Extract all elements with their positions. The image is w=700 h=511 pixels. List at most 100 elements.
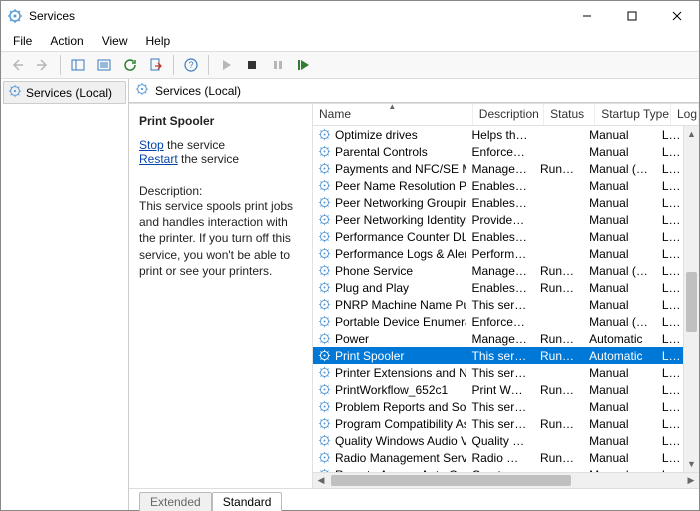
col-logon[interactable]: Log	[671, 104, 699, 125]
service-logon: Loc	[656, 332, 683, 346]
scroll-thumb[interactable]	[331, 475, 571, 486]
service-row[interactable]: Optimize drivesHelps the c...ManualLoc	[313, 126, 683, 143]
service-row[interactable]: PrintWorkflow_652c1Print WorkflRunningMa…	[313, 381, 683, 398]
menu-view[interactable]: View	[94, 32, 136, 50]
menu-file[interactable]: File	[5, 32, 40, 50]
service-startup: Manual	[583, 434, 656, 448]
service-desc: Performanc...	[466, 247, 535, 261]
scroll-right-icon[interactable]: ▶	[683, 473, 699, 488]
properties-button[interactable]	[92, 54, 116, 76]
close-button[interactable]	[654, 2, 699, 30]
app-icon	[7, 8, 23, 24]
forward-button[interactable]	[31, 54, 55, 76]
scroll-track[interactable]	[684, 142, 699, 456]
service-row[interactable]: Portable Device Enumerator...Enforces gr…	[313, 313, 683, 330]
service-desc: Enables serv...	[466, 179, 535, 193]
service-status: Running	[534, 264, 583, 278]
service-startup: Manual	[583, 400, 656, 414]
service-desc: This service ...	[466, 349, 535, 363]
restart-service-line: Restart the service	[139, 152, 302, 166]
window-controls	[564, 2, 699, 30]
maximize-button[interactable]	[609, 2, 654, 30]
scroll-left-icon[interactable]: ◀	[313, 473, 329, 488]
tree-root-item[interactable]: Services (Local)	[3, 81, 126, 104]
service-row[interactable]: Parental ControlsEnforces pa...ManualLoc	[313, 143, 683, 160]
service-logon: Loc	[656, 400, 683, 414]
service-row[interactable]: Performance Counter DLL ...Enables rem..…	[313, 228, 683, 245]
pause-service-button[interactable]	[266, 54, 290, 76]
service-row[interactable]: Quality Windows Audio Vid...Quality Win.…	[313, 432, 683, 449]
service-row[interactable]: Problem Reports and Soluti...This servic…	[313, 398, 683, 415]
service-startup: Manual	[583, 451, 656, 465]
detail-row: Print Spooler Stop the service Restart t…	[129, 103, 699, 488]
service-row[interactable]: Peer Name Resolution Prot...Enables serv…	[313, 177, 683, 194]
refresh-button[interactable]	[118, 54, 142, 76]
service-desc: This service ...	[466, 417, 535, 431]
service-startup: Manual	[583, 281, 656, 295]
tab-extended[interactable]: Extended	[139, 492, 212, 511]
service-row[interactable]: Print SpoolerThis service ...RunningAuto…	[313, 347, 683, 364]
col-startup[interactable]: Startup Type	[595, 104, 671, 125]
scroll-thumb[interactable]	[686, 272, 697, 332]
back-button[interactable]	[5, 54, 29, 76]
service-row[interactable]: Performance Logs & AlertsPerformanc...Ma…	[313, 245, 683, 262]
service-logon: Loc	[656, 179, 683, 193]
service-list: ▲ Name Description Status Startup Type L…	[312, 104, 699, 488]
service-row[interactable]: Peer Networking Identity M...Provides id…	[313, 211, 683, 228]
restart-service-button[interactable]	[292, 54, 316, 76]
service-desc: This service ...	[466, 366, 535, 380]
stop-service-button[interactable]	[240, 54, 264, 76]
service-logon: Loc	[656, 128, 683, 142]
restart-service-link[interactable]: Restart	[139, 152, 178, 166]
service-row[interactable]: Phone ServiceManages th...RunningManual …	[313, 262, 683, 279]
service-startup: Manual	[583, 145, 656, 159]
service-startup: Manual (Trig...	[583, 315, 656, 329]
show-hide-tree-button[interactable]	[66, 54, 90, 76]
content-pane: Services (Local) Print Spooler Stop the …	[129, 79, 699, 510]
col-status[interactable]: Status	[544, 104, 595, 125]
service-row[interactable]: Peer Networking GroupingEnables mul...Ma…	[313, 194, 683, 211]
service-row[interactable]: Payments and NFC/SE Man...Manages pa...R…	[313, 160, 683, 177]
list-scroll[interactable]: Optimize drivesHelps the c...ManualLocPa…	[313, 126, 683, 472]
service-status: Running	[534, 383, 583, 397]
service-row[interactable]: PNRP Machine Name Publi...This service .…	[313, 296, 683, 313]
service-logon: Loc	[656, 281, 683, 295]
help-button[interactable]: ?	[179, 54, 203, 76]
minimize-button[interactable]	[564, 2, 609, 30]
service-desc: This service ...	[466, 298, 535, 312]
menu-bar: File Action View Help	[1, 31, 699, 51]
service-row[interactable]: Printer Extensions and Notif...This serv…	[313, 364, 683, 381]
gear-icon	[317, 128, 331, 142]
service-desc: Radio Mana...	[466, 451, 535, 465]
export-button[interactable]	[144, 54, 168, 76]
menu-help[interactable]: Help	[138, 32, 179, 50]
service-row[interactable]: Plug and PlayEnables a c...RunningManual…	[313, 279, 683, 296]
service-desc: Enables mul...	[466, 196, 535, 210]
menu-action[interactable]: Action	[42, 32, 91, 50]
stop-service-link[interactable]: Stop	[139, 138, 164, 152]
scroll-down-icon[interactable]: ▼	[684, 456, 699, 472]
service-logon: Loc	[656, 315, 683, 329]
scroll-up-icon[interactable]: ▲	[684, 126, 699, 142]
col-name[interactable]: ▲ Name	[313, 104, 473, 125]
gear-icon	[135, 82, 149, 99]
service-name: Plug and Play	[335, 281, 409, 295]
service-logon: Loc	[656, 264, 683, 278]
service-row[interactable]: Radio Management ServiceRadio Mana...Run…	[313, 449, 683, 466]
start-service-button[interactable]	[214, 54, 238, 76]
col-description[interactable]: Description	[473, 104, 544, 125]
service-name: Parental Controls	[335, 145, 428, 159]
service-name: Performance Counter DLL ...	[335, 230, 466, 244]
tab-standard[interactable]: Standard	[212, 492, 283, 511]
horizontal-scrollbar[interactable]: ◀ ▶	[313, 472, 699, 488]
service-row[interactable]: Program Compatibility Assi...This servic…	[313, 415, 683, 432]
service-desc: Manages th...	[466, 264, 535, 278]
vertical-scrollbar[interactable]: ▲ ▼	[683, 126, 699, 472]
gear-icon	[317, 145, 331, 159]
service-row[interactable]: PowerManages p...RunningAutomaticLoc	[313, 330, 683, 347]
tab-strip: Extended Standard	[129, 488, 699, 510]
service-name: PrintWorkflow_652c1	[335, 383, 448, 397]
scroll-track[interactable]	[329, 473, 683, 488]
gear-icon	[317, 179, 331, 193]
title-bar: Services	[1, 1, 699, 31]
